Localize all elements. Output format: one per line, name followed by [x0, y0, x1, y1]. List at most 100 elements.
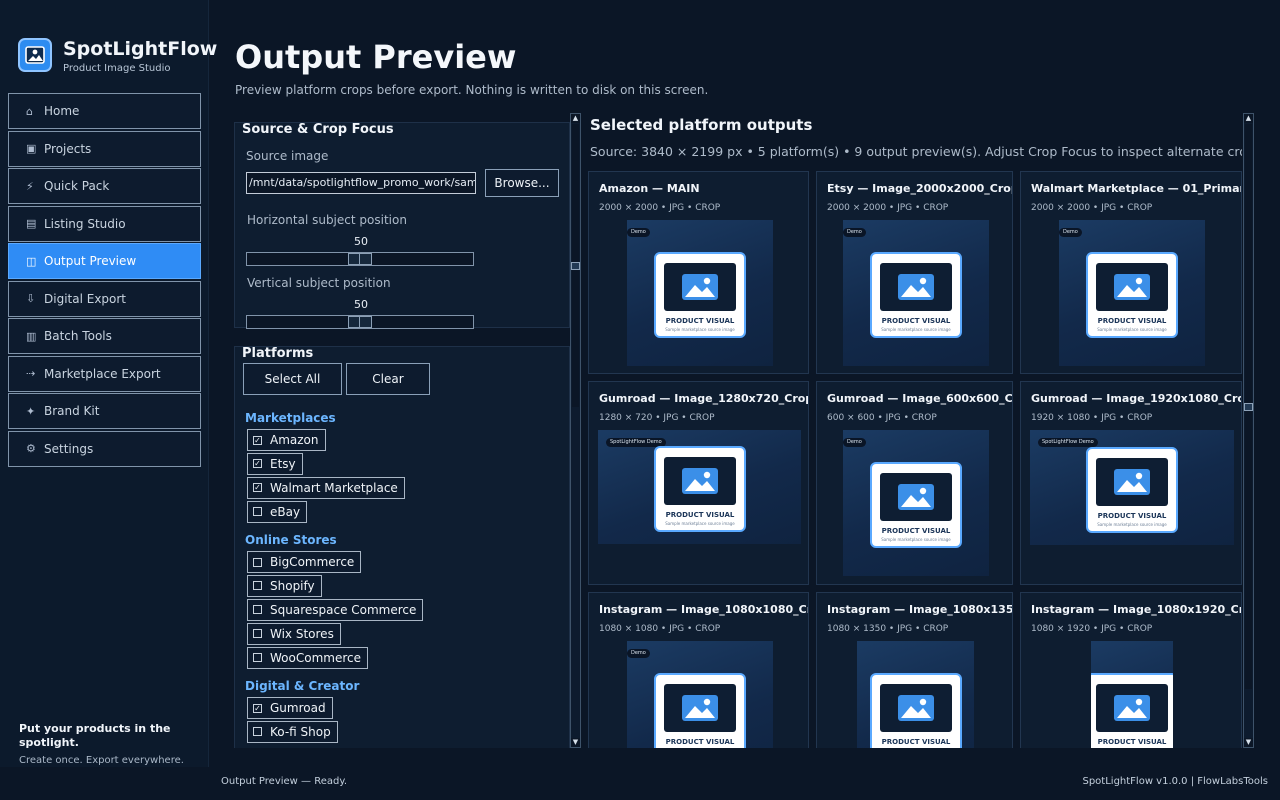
sidebar-item-home[interactable]: ⌂ Home: [8, 93, 201, 129]
output-thumbnail[interactable]: DemoPRODUCT VISUALSample marketplace sou…: [627, 220, 773, 366]
checkbox-icon[interactable]: [253, 557, 262, 567]
platform-checkbox-etsy[interactable]: ✓ Etsy: [247, 452, 303, 475]
outputs-scrollbar[interactable]: ▲ ▼: [1243, 113, 1254, 748]
image-icon: [664, 263, 736, 311]
outputs-summary: Source: 3840 × 2199 px • 5 platform(s) •…: [590, 144, 1242, 159]
sidebar-item-digital-export[interactable]: ⇩ Digital Export: [8, 280, 201, 317]
grid-icon: ▥: [26, 329, 37, 343]
category-digital-creator: Digital & Creator: [245, 679, 360, 693]
vertical-position-slider[interactable]: [246, 315, 474, 329]
output-card[interactable]: Walmart Marketplace — 01_Primary 2000 × 2…: [1020, 171, 1242, 374]
scroll-thumb[interactable]: [571, 262, 580, 270]
sidebar-item-brand-kit[interactable]: ✦ Brand Kit: [8, 393, 201, 429]
output-card[interactable]: Etsy — Image_2000x2000_Crop 2000 × 2000 •…: [816, 171, 1013, 374]
product-visual-card: PRODUCT VISUALSample marketplace source …: [1086, 447, 1178, 533]
product-visual-card: PRODUCT VISUALSample marketplace source …: [654, 446, 746, 532]
output-card-title: Instagram — Image_1080x1920_Crop: [1031, 603, 1242, 616]
platform-checkbox-walmart-marketplace[interactable]: ✓ Walmart Marketplace: [247, 476, 405, 499]
sidebar-item-label: Digital Export: [44, 291, 127, 306]
sidebar-item-batch-tools[interactable]: ▥ Batch Tools: [8, 318, 201, 354]
image-icon: [880, 473, 952, 521]
source-path-input[interactable]: /mnt/data/spotlightflow_promo_work/sampl…: [246, 172, 476, 194]
platform-checkbox-ebay[interactable]: eBay: [247, 500, 308, 523]
image-icon: [1096, 263, 1168, 311]
checkmark-icon[interactable]: ✓: [253, 459, 262, 469]
checkbox-icon[interactable]: [253, 653, 262, 663]
output-thumbnail[interactable]: DemoPRODUCT VISUALSample marketplace sou…: [843, 220, 989, 366]
horizontal-slider-thumb[interactable]: [348, 253, 372, 265]
platform-label: Shopify: [270, 578, 315, 593]
settings-panel: Source & Crop Focus Source image /mnt/da…: [234, 112, 570, 748]
checkmark-icon[interactable]: ✓: [253, 483, 262, 493]
product-visual-card: PRODUCT VISUALSample marketplace source …: [1091, 673, 1173, 748]
product-visual-subtitle: Sample marketplace source image: [1097, 522, 1167, 527]
output-thumbnail[interactable]: DemoPRODUCT VISUALSample marketplace sou…: [627, 641, 773, 748]
sidebar-item-settings[interactable]: ⚙ Settings: [8, 430, 201, 467]
clear-button[interactable]: Clear: [346, 363, 430, 395]
platform-checkbox-squarespace-commerce[interactable]: Squarespace Commerce: [247, 598, 424, 621]
output-card[interactable]: Instagram — Image_1080x1080_Crop 1080 × 1…: [588, 592, 809, 748]
platforms-scrollbar[interactable]: ▲ ▼: [570, 113, 581, 748]
checkmark-icon[interactable]: ✓: [253, 435, 262, 445]
sidebar-item-listing-studio[interactable]: ▤ Listing Studio: [8, 205, 201, 242]
platform-label: eBay: [270, 504, 301, 519]
platform-checkbox-woocommerce[interactable]: WooCommerce: [247, 646, 368, 669]
sidebar-item-label: Projects: [44, 141, 92, 156]
demo-watermark: Demo: [843, 228, 866, 237]
product-visual-card: PRODUCT VISUALSample marketplace source …: [654, 252, 746, 338]
sidebar-item-marketplace-export[interactable]: ⇢ Marketplace Export: [8, 355, 201, 392]
platforms-title: Platforms: [242, 346, 314, 361]
vertical-slider-thumb[interactable]: [348, 316, 372, 328]
output-card[interactable]: Gumroad — Image_600x600_Crop 600 × 600 • …: [816, 381, 1013, 585]
horizontal-position-slider[interactable]: [246, 252, 474, 266]
status-text: Output Preview — Ready.: [221, 776, 347, 787]
output-card-title: Gumroad — Image_600x600_Crop: [827, 392, 1013, 405]
output-card[interactable]: Instagram — Image_1080x1920_Crop 1080 × 1…: [1020, 592, 1242, 748]
checkbox-icon[interactable]: [253, 727, 262, 737]
platform-label: WooCommerce: [270, 650, 361, 665]
sidebar-item-projects[interactable]: ▣ Projects: [8, 130, 201, 167]
checkbox-icon[interactable]: [253, 507, 262, 517]
output-thumbnail[interactable]: SpotLightFlow Demo PRODUCT VISUAL Sample m…: [1030, 430, 1234, 545]
scroll-down-icon[interactable]: ▼: [1244, 738, 1253, 747]
platform-label: Squarespace Commerce: [270, 602, 417, 617]
sidebar-item-quick-pack[interactable]: ⚡ Quick Pack: [8, 168, 201, 204]
vertical-position-value: 50: [354, 298, 368, 311]
image-icon: [18, 38, 52, 72]
platform-checkbox-ko-fi-shop[interactable]: Ko-fi Shop: [247, 720, 338, 743]
sidebar-item-output-preview[interactable]: ◫ Output Preview: [8, 243, 201, 279]
browse-button[interactable]: Browse...: [485, 169, 559, 197]
platform-checkbox-shopify[interactable]: Shopify: [247, 574, 322, 597]
select-all-button[interactable]: Select All: [243, 363, 342, 395]
output-card[interactable]: Gumroad — Image_1280x720_Crop 1280 × 720 …: [588, 381, 809, 585]
output-thumbnail[interactable]: DemoPRODUCT VISUALSample marketplace sou…: [1059, 220, 1205, 366]
output-card-meta: 1080 × 1080 • JPG • CROP: [599, 624, 721, 634]
list-icon: ▤: [26, 217, 37, 230]
checkbox-icon[interactable]: [253, 605, 262, 615]
output-thumbnail[interactable]: SpotLightFlow Demo PRODUCT VISUAL Sample m…: [598, 430, 801, 544]
arrow-right-icon: ⇢: [26, 367, 36, 380]
outputs-panel: Selected platform outputs Source: 3840 ×…: [587, 112, 1242, 748]
platform-checkbox-amazon[interactable]: ✓ Amazon: [247, 429, 326, 451]
output-card[interactable]: Gumroad — Image_1920x1080_Crop 1920 × 108…: [1020, 381, 1242, 585]
checkbox-icon[interactable]: [253, 629, 262, 639]
image-icon: [880, 684, 952, 732]
scroll-up-icon[interactable]: ▲: [571, 114, 580, 123]
checkmark-icon[interactable]: ✓: [253, 703, 262, 713]
platform-checkbox-bigcommerce[interactable]: BigCommerce: [247, 551, 362, 573]
scroll-down-icon[interactable]: ▼: [571, 738, 580, 747]
checkbox-icon[interactable]: [253, 581, 262, 591]
scroll-thumb[interactable]: [1244, 403, 1253, 411]
platform-checkbox-wix-stores[interactable]: Wix Stores: [247, 622, 341, 645]
output-card[interactable]: Amazon — MAIN 2000 × 2000 • JPG • CROP Dem…: [588, 171, 809, 374]
folder-icon: ▣: [26, 142, 37, 155]
scroll-up-icon[interactable]: ▲: [1244, 114, 1253, 123]
platform-checkbox-gumroad[interactable]: ✓ Gumroad: [247, 697, 333, 719]
platforms-group: Platforms Select All Clear Marketplaces ✓…: [234, 346, 570, 748]
output-card-meta: 1280 × 720 • JPG • CROP: [599, 413, 715, 423]
output-card[interactable]: Instagram — Image_1080x1350_Crop 1080 × 1…: [816, 592, 1013, 748]
output-thumbnail[interactable]: PRODUCT VISUALSample marketplace source …: [1091, 641, 1173, 748]
product-visual-label: PRODUCT VISUAL: [881, 738, 951, 746]
output-thumbnail[interactable]: DemoPRODUCT VISUALSample marketplace sou…: [843, 430, 989, 576]
output-thumbnail[interactable]: PRODUCT VISUALSample marketplace source …: [857, 641, 974, 748]
